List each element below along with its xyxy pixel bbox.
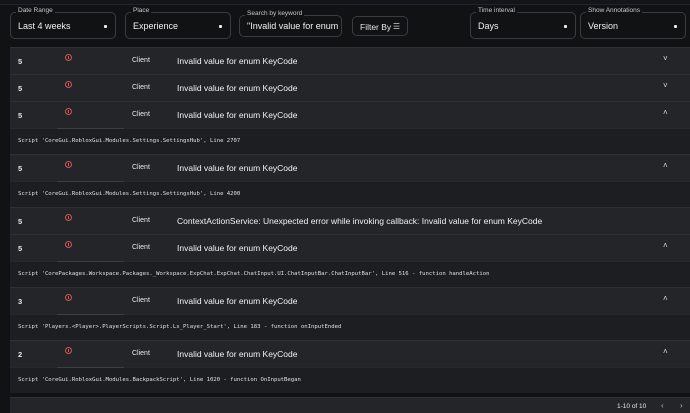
- chevron-up-icon[interactable]: ˄: [663, 294, 668, 303]
- table-row[interactable]: 2 Client Invalid value for enum KeyCode ˄: [10, 340, 690, 367]
- annotations-label: Show Annotations: [586, 7, 642, 14]
- dropdown-caret-icon: [674, 25, 677, 28]
- table-row[interactable]: 5 Client Invalid value for enum KeyCode ˄: [10, 154, 690, 181]
- error-type: Client: [132, 111, 150, 118]
- error-icon: [65, 347, 72, 354]
- error-count: 5: [18, 111, 22, 120]
- error-type: Client: [132, 350, 150, 357]
- stack-trace: Script 'Players.<Player>.PlayerScripts.S…: [10, 314, 690, 340]
- filter-icon: ☰: [393, 22, 400, 31]
- error-message: Invalid value for enum KeyCode: [177, 83, 298, 93]
- error-type: Client: [132, 84, 150, 91]
- divider: [57, 128, 124, 129]
- pagination: 1-10 of 10 ‹ ›: [10, 397, 690, 413]
- time-interval-value: Days: [478, 21, 499, 31]
- error-count: 5: [18, 217, 22, 226]
- stack-trace: Script 'CoreGui.RobloxGui.Modules.Settin…: [10, 128, 690, 154]
- annotations-value: Version: [588, 21, 618, 31]
- table-row[interactable]: 5 Client Invalid value for enum KeyCode ˄: [10, 101, 690, 128]
- date-range-select[interactable]: Date Range Last 4 weeks: [10, 12, 116, 39]
- error-count: 2: [18, 350, 22, 359]
- table-row[interactable]: 5 Client Invalid value for enum KeyCode ˅: [10, 74, 690, 101]
- filter-by-button[interactable]: Filter By ☰: [352, 16, 408, 36]
- divider: [57, 181, 124, 182]
- error-type: Client: [132, 244, 150, 251]
- place-value: Experience: [133, 21, 178, 31]
- error-type: Client: [132, 217, 150, 224]
- chevron-down-icon[interactable]: ˅: [663, 54, 668, 63]
- error-message: Invalid value for enum KeyCode: [177, 163, 298, 173]
- date-range-value: Last 4 weeks: [18, 21, 71, 31]
- error-message: Invalid value for enum KeyCode: [177, 349, 298, 359]
- chevron-up-icon[interactable]: ˄: [663, 161, 668, 170]
- error-table: 5 Client Invalid value for enum KeyCode ˅ 5 C…: [10, 47, 690, 393]
- error-message: Invalid value for enum KeyCode: [177, 110, 298, 120]
- error-count: 3: [18, 297, 22, 306]
- chevron-up-icon[interactable]: ˄: [663, 108, 668, 117]
- stack-trace: Script 'CoreGui.RobloxGui.Modules.Settin…: [10, 181, 690, 207]
- error-icon: [65, 294, 72, 301]
- search-label: Search by keyword: [245, 10, 304, 17]
- error-icon: [65, 54, 72, 61]
- stack-trace: Script 'CorePackages.Workspace.Packages.…: [10, 261, 690, 287]
- pagination-text: 1-10 of 10: [617, 403, 646, 410]
- error-icon: [65, 81, 72, 88]
- dropdown-caret-icon: [219, 25, 222, 28]
- error-type: Client: [132, 57, 150, 64]
- error-type: Client: [132, 297, 150, 304]
- error-message: Invalid value for enum KeyCode: [177, 243, 298, 253]
- filter-by-label: Filter By: [360, 22, 391, 32]
- error-icon: [65, 108, 72, 115]
- error-count: 5: [18, 164, 22, 173]
- table-row[interactable]: 5 Client ContextActionService: Unexpected …: [10, 207, 690, 234]
- table-row[interactable]: 3 Client Invalid value for enum KeyCode ˄: [10, 287, 690, 314]
- annotations-select[interactable]: Show Annotations Version: [580, 12, 686, 39]
- time-interval-label: Time interval: [476, 7, 517, 14]
- search-value: "Invalid value for enum KeyCode": [247, 21, 340, 31]
- error-message: Invalid value for enum KeyCode: [177, 56, 298, 66]
- chevron-up-icon[interactable]: ˄: [663, 241, 668, 250]
- error-message: Invalid value for enum KeyCode: [177, 296, 298, 306]
- error-count: 5: [18, 57, 22, 66]
- prev-page-button[interactable]: ‹: [661, 401, 664, 410]
- dropdown-caret-icon: [564, 25, 567, 28]
- table-row[interactable]: 5 Client Invalid value for enum KeyCode ˅: [10, 47, 690, 74]
- date-range-label: Date Range: [16, 7, 55, 14]
- chevron-down-icon[interactable]: ˅: [663, 81, 668, 90]
- stack-trace: Script 'CoreGui.RobloxGui.Modules.Backpa…: [10, 367, 690, 393]
- divider: [57, 261, 124, 262]
- place-select[interactable]: Place Experience: [125, 12, 231, 39]
- error-count: 5: [18, 84, 22, 93]
- top-bar: [0, 0, 690, 5]
- error-icon: [65, 214, 72, 221]
- error-icon: [65, 241, 72, 248]
- search-input[interactable]: Search by keyword "Invalid value for enu…: [239, 15, 342, 37]
- error-type: Client: [132, 164, 150, 171]
- error-icon: [65, 161, 72, 168]
- next-page-button[interactable]: ›: [680, 401, 683, 410]
- error-count: 5: [18, 244, 22, 253]
- chevron-up-icon[interactable]: ˄: [663, 347, 668, 356]
- divider: [57, 367, 124, 368]
- divider: [57, 314, 124, 315]
- table-row[interactable]: 5 Client Invalid value for enum KeyCode ˄: [10, 234, 690, 261]
- error-message: ContextActionService: Unexpected error w…: [177, 216, 542, 226]
- dropdown-caret-icon: [104, 25, 107, 28]
- time-interval-select[interactable]: Time interval Days: [470, 12, 576, 39]
- place-label: Place: [131, 7, 151, 14]
